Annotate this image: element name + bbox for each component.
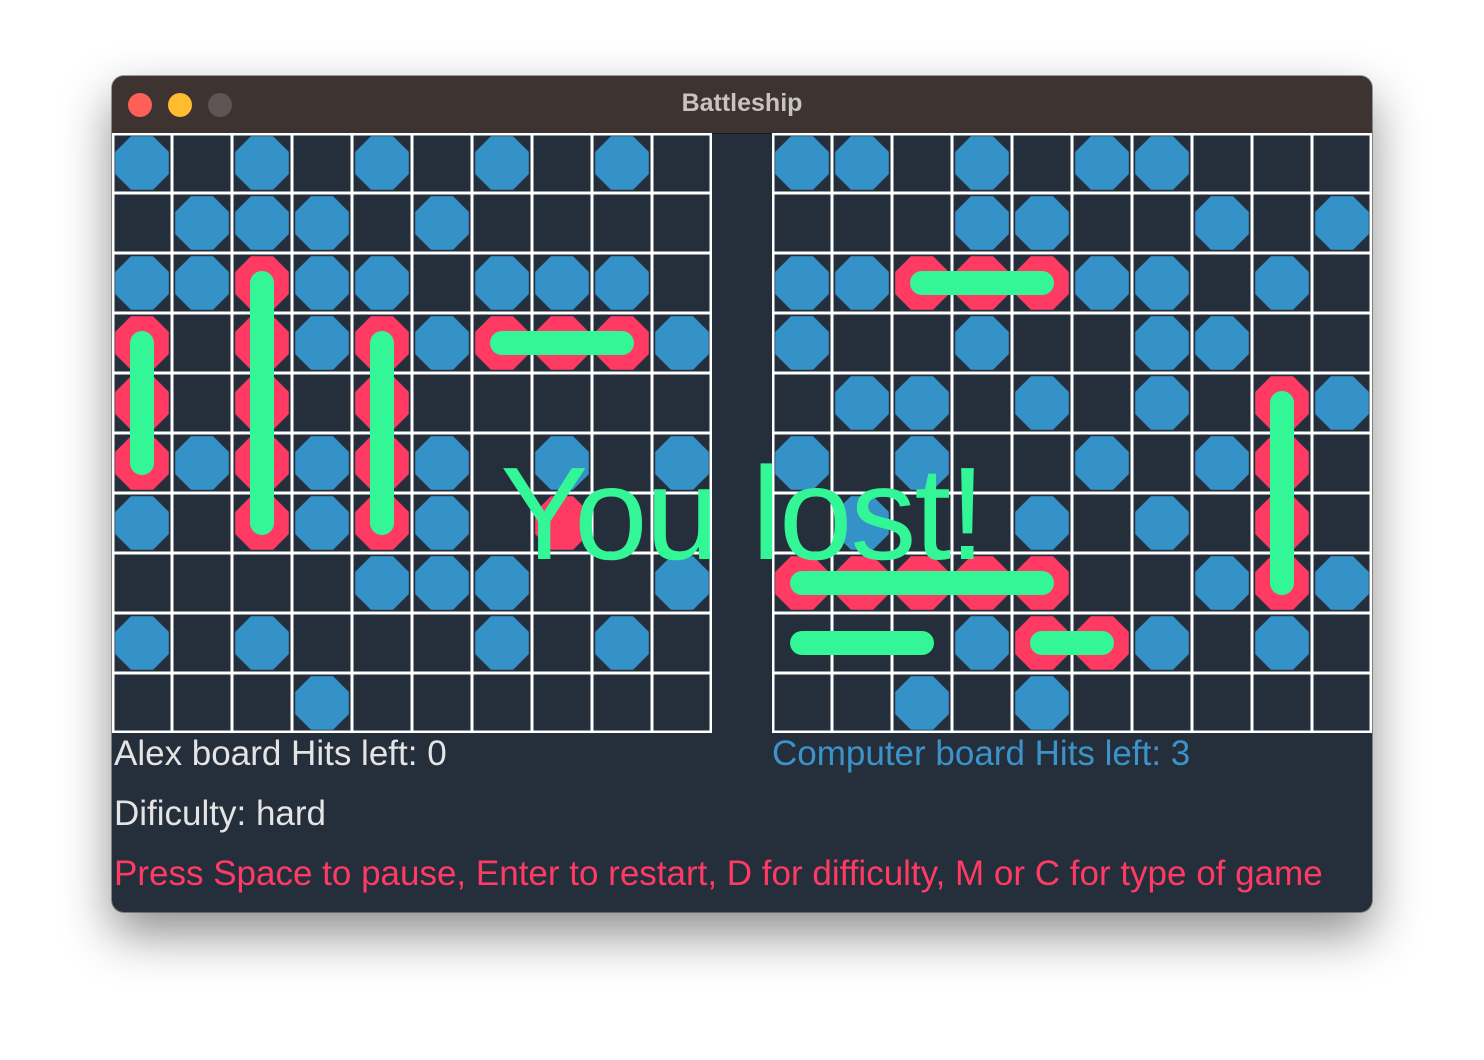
miss-marker <box>355 556 409 610</box>
miss-marker <box>355 136 409 190</box>
miss-marker <box>1255 256 1309 310</box>
miss-marker <box>415 316 469 370</box>
miss-marker <box>1135 316 1189 370</box>
miss-marker <box>415 436 469 490</box>
miss-marker <box>1075 256 1129 310</box>
miss-marker <box>175 436 229 490</box>
difficulty-label: Dificulty: hard <box>114 794 327 833</box>
hit-marker <box>535 496 589 550</box>
controls-help-text: Press Space to pause, Enter to restart, … <box>114 854 1323 893</box>
miss-marker <box>955 196 1009 250</box>
miss-marker <box>595 616 649 670</box>
miss-marker <box>1015 496 1069 550</box>
miss-marker <box>415 496 469 550</box>
miss-marker <box>1195 316 1249 370</box>
miss-marker <box>895 436 949 490</box>
game-window: Battleship You lost! Alex board Hits lef… <box>112 76 1372 912</box>
miss-marker <box>1015 196 1069 250</box>
miss-marker <box>595 256 649 310</box>
miss-marker <box>175 196 229 250</box>
miss-marker <box>475 616 529 670</box>
miss-marker <box>1135 136 1189 190</box>
miss-marker <box>835 136 889 190</box>
miss-marker <box>595 136 649 190</box>
miss-marker <box>1015 376 1069 430</box>
window-title: Battleship <box>681 89 803 117</box>
miss-marker <box>295 676 349 730</box>
miss-marker <box>115 256 169 310</box>
miss-marker <box>1315 196 1369 250</box>
miss-marker <box>1195 196 1249 250</box>
miss-marker <box>235 136 289 190</box>
miss-marker <box>655 436 709 490</box>
miss-marker <box>295 256 349 310</box>
miss-marker <box>655 556 709 610</box>
miss-marker <box>535 256 589 310</box>
miss-marker <box>235 196 289 250</box>
miss-marker <box>475 556 529 610</box>
title-bar: Battleship <box>112 76 1372 134</box>
miss-marker <box>1315 376 1369 430</box>
miss-marker <box>415 556 469 610</box>
miss-marker <box>475 256 529 310</box>
miss-marker <box>775 256 829 310</box>
miss-marker <box>175 256 229 310</box>
miss-marker <box>1075 436 1129 490</box>
miss-marker <box>1075 136 1129 190</box>
miss-marker <box>895 376 949 430</box>
miss-marker <box>115 136 169 190</box>
miss-marker <box>835 376 889 430</box>
miss-marker <box>835 496 889 550</box>
miss-marker <box>475 136 529 190</box>
miss-marker <box>955 616 1009 670</box>
miss-marker <box>295 436 349 490</box>
miss-marker <box>1315 556 1369 610</box>
miss-marker <box>295 196 349 250</box>
miss-marker <box>955 316 1009 370</box>
miss-marker <box>355 256 409 310</box>
alex-board[interactable] <box>112 133 712 733</box>
miss-marker <box>115 616 169 670</box>
miss-marker <box>1195 436 1249 490</box>
miss-marker <box>295 496 349 550</box>
computer-board-label: Computer board Hits left: 3 <box>772 734 1191 773</box>
miss-marker <box>415 196 469 250</box>
miss-marker <box>775 136 829 190</box>
miss-marker <box>1195 556 1249 610</box>
miss-marker <box>895 676 949 730</box>
miss-marker <box>235 616 289 670</box>
miss-marker <box>1135 376 1189 430</box>
miss-marker <box>1135 496 1189 550</box>
miss-marker <box>115 496 169 550</box>
miss-marker <box>835 256 889 310</box>
miss-marker <box>535 436 589 490</box>
miss-marker <box>955 136 1009 190</box>
miss-marker <box>1255 616 1309 670</box>
miss-marker <box>775 436 829 490</box>
miss-marker <box>1135 256 1189 310</box>
miss-marker <box>655 316 709 370</box>
alex-board-label: Alex board Hits left: 0 <box>114 734 447 773</box>
computer-board[interactable] <box>772 133 1372 733</box>
miss-marker <box>775 316 829 370</box>
miss-marker <box>295 316 349 370</box>
miss-marker <box>1015 676 1069 730</box>
miss-marker <box>1135 616 1189 670</box>
